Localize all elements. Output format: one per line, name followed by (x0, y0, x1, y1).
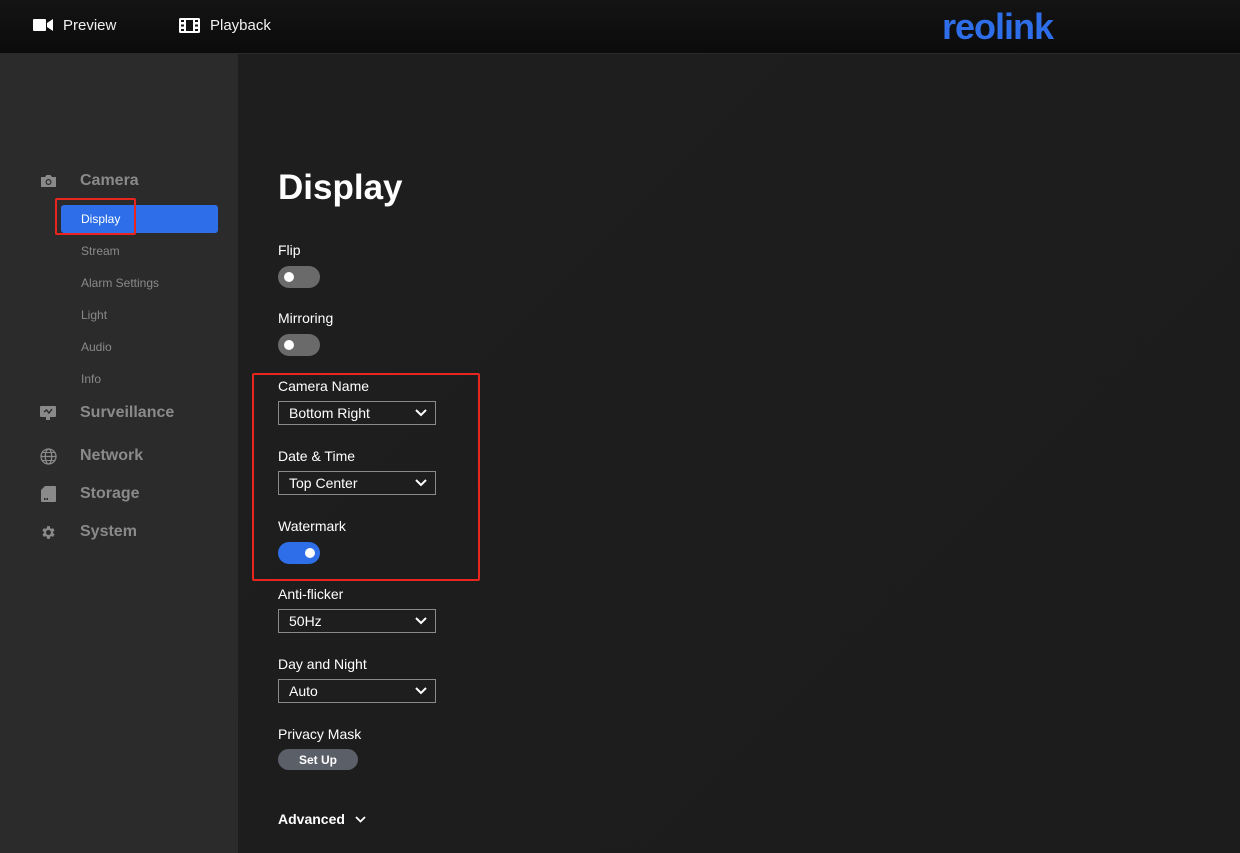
anti-flicker-select[interactable]: 50Hz (278, 609, 436, 633)
sidebar-item-label: Light (81, 308, 108, 322)
sidebar-item-info[interactable]: Info (61, 365, 218, 393)
sidebar-section-camera[interactable]: Camera (0, 166, 238, 196)
advanced-toggle[interactable]: Advanced (278, 811, 366, 827)
flip-label: Flip (278, 242, 301, 258)
camera-name-label: Camera Name (278, 378, 370, 394)
sidebar-section-surveillance-label: Surveillance (80, 404, 175, 421)
chevron-down-icon (415, 617, 427, 625)
monitor-icon (39, 404, 57, 422)
chevron-down-icon (415, 409, 427, 417)
sidebar-item-alarm-settings[interactable]: Alarm Settings (61, 269, 218, 297)
sidebar-section-system-label: System (80, 523, 137, 540)
toggle-knob (305, 548, 315, 558)
sidebar-item-stream[interactable]: Stream (61, 237, 218, 265)
sidebar-item-label: Info (81, 372, 102, 386)
video-camera-icon (33, 18, 53, 32)
flip-toggle[interactable] (278, 266, 320, 288)
sidebar-item-display[interactable]: Display (61, 205, 218, 233)
chevron-down-icon (355, 815, 366, 823)
chevron-down-icon (415, 479, 427, 487)
camera-name-select[interactable]: Bottom Right (278, 401, 436, 425)
sidebar-section-surveillance[interactable]: Surveillance (0, 398, 238, 428)
anti-flicker-label: Anti-flicker (278, 586, 344, 602)
svg-text:reolink: reolink (942, 7, 1055, 47)
sd-card-icon (39, 485, 57, 503)
sidebar-item-label: Alarm Settings (81, 276, 160, 290)
sidebar-item-label: Display (81, 212, 121, 226)
date-time-select[interactable]: Top Center (278, 471, 436, 495)
privacy-mask-setup-button[interactable]: Set Up (278, 749, 358, 770)
day-night-label: Day and Night (278, 656, 367, 672)
anti-flicker-value: 50Hz (289, 613, 322, 629)
privacy-mask-label: Privacy Mask (278, 726, 362, 742)
gear-icon (39, 523, 57, 541)
camera-name-value: Bottom Right (289, 405, 370, 421)
sidebar-section-network-label: Network (80, 447, 144, 464)
watermark-toggle[interactable] (278, 542, 320, 564)
globe-icon (39, 447, 57, 465)
sidebar-section-storage-label: Storage (80, 485, 140, 502)
sidebar-item-label: Audio (81, 340, 112, 354)
day-night-select[interactable]: Auto (278, 679, 436, 703)
date-time-label: Date & Time (278, 448, 356, 464)
reolink-logo: reolink (942, 6, 1072, 47)
nav-playback[interactable]: Playback (179, 0, 271, 50)
toggle-knob (284, 272, 294, 282)
nav-playback-label: Playback (210, 16, 271, 34)
advanced-label: Advanced (278, 811, 345, 827)
sidebar-section-camera-label: Camera (80, 172, 139, 189)
date-time-value: Top Center (289, 475, 358, 491)
page-title: Display (278, 168, 403, 207)
film-icon (179, 17, 200, 33)
nav-preview[interactable]: Preview (33, 0, 116, 50)
nav-preview-label: Preview (63, 16, 117, 34)
sidebar-section-storage[interactable]: Storage (0, 479, 238, 509)
chevron-down-icon (415, 687, 427, 695)
sidebar-item-audio[interactable]: Audio (61, 333, 218, 361)
mirroring-label: Mirroring (278, 310, 334, 326)
watermark-label: Watermark (278, 518, 346, 534)
sidebar-section-network[interactable]: Network (0, 441, 238, 471)
day-night-value: Auto (289, 683, 318, 699)
sidebar-section-system[interactable]: System (0, 517, 238, 547)
sidebar-item-label: Stream (81, 244, 120, 258)
toggle-knob (284, 340, 294, 350)
sidebar-item-light[interactable]: Light (61, 301, 218, 329)
camera-icon (39, 172, 57, 190)
mirroring-toggle[interactable] (278, 334, 320, 356)
top-bar: Preview Playback reolink (0, 0, 1240, 54)
